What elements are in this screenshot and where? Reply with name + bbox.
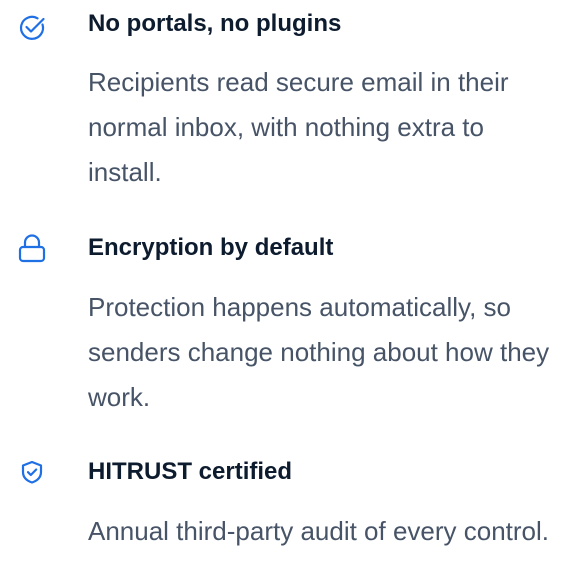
feature-description: Recipients read secure email in their no…	[88, 67, 509, 187]
shield-check-icon	[16, 456, 48, 488]
feature-description: Protection happens automatically, so sen…	[88, 292, 550, 412]
feature-description: Annual third-party audit of every contro…	[88, 516, 550, 546]
check-circle-icon	[16, 12, 48, 44]
feature-title: HITRUST certified	[88, 458, 293, 485]
lock-icon	[16, 232, 48, 264]
feature-title: No portals, no plugins	[88, 10, 342, 37]
feature-title: Encryption by default	[88, 234, 334, 261]
